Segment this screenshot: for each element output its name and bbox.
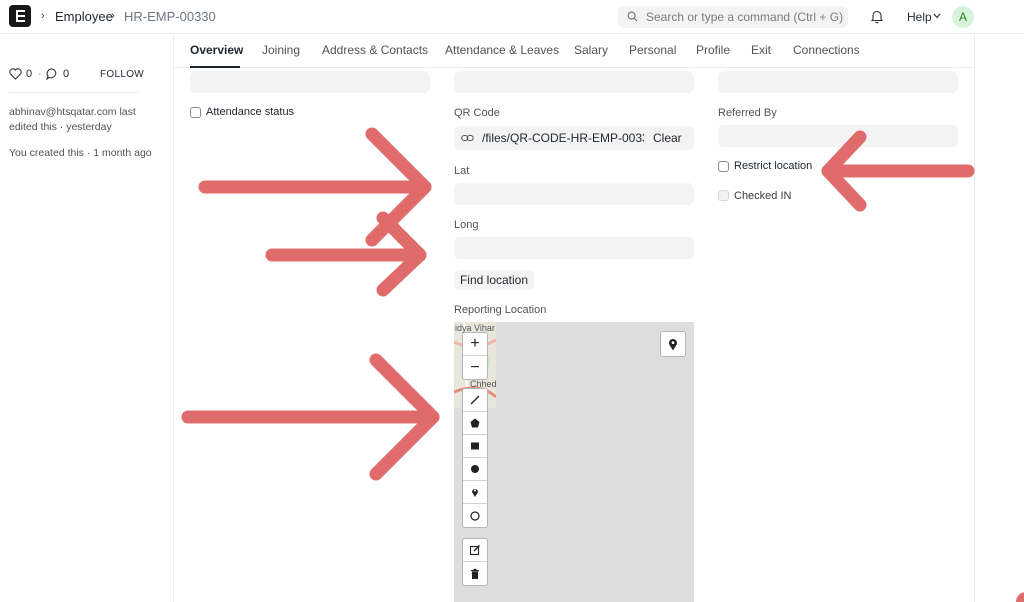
annotation-arrows <box>181 127 975 481</box>
arrow-to-restrict-location-icon <box>821 130 975 212</box>
arrow-to-long-icon <box>265 211 427 297</box>
arrow-to-map-icon <box>181 353 440 481</box>
